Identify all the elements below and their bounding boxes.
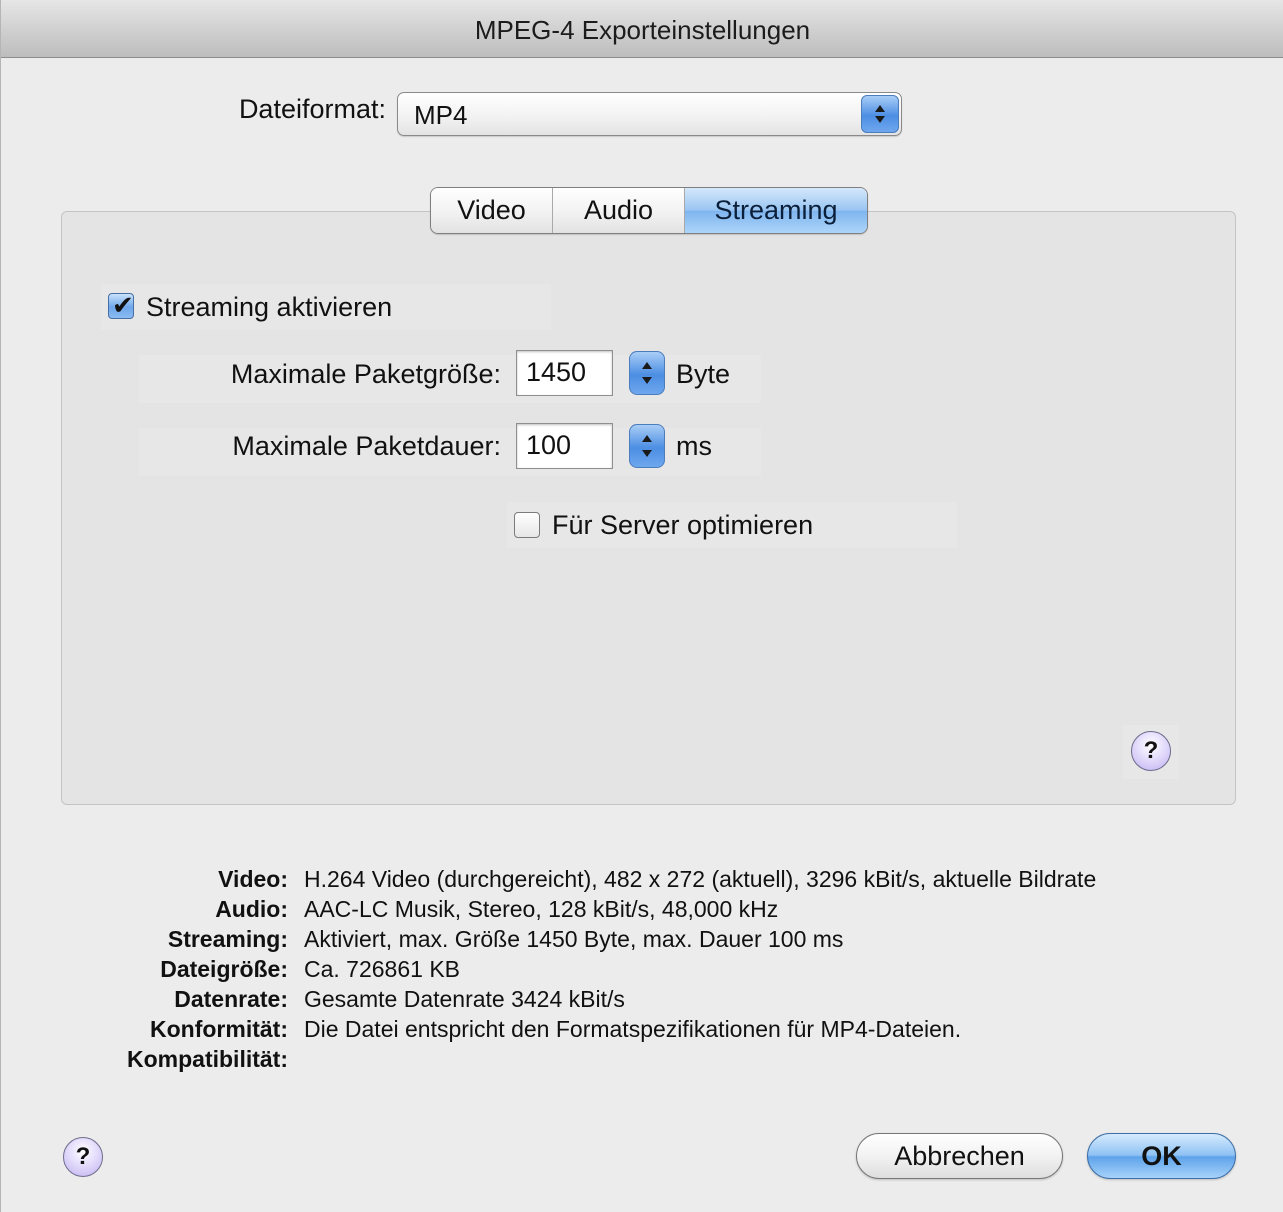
- summary-row: Konformität: Die Datei entspricht den Fo…: [1, 1016, 1283, 1046]
- tab-bar: Video Audio Streaming: [430, 187, 868, 234]
- summary-row: Datenrate: Gesamte Datenrate 3424 kBit/s: [1, 986, 1283, 1016]
- summary-row: Streaming: Aktiviert, max. Größe 1450 By…: [1, 926, 1283, 956]
- summary-value: Gesamte Datenrate 3424 kBit/s: [304, 986, 625, 1012]
- file-format-popup[interactable]: MP4: [397, 92, 902, 136]
- summary-value: H.264 Video (durchgereicht), 482 x 272 (…: [304, 866, 1097, 892]
- packet-duration-input[interactable]: 100: [516, 423, 613, 469]
- popup-arrows-icon: [861, 95, 899, 133]
- summary-row: Kompatibilität:: [1, 1046, 1283, 1076]
- packet-duration-unit: ms: [676, 431, 712, 461]
- packet-size-label: Maximale Paketgröße:: [230, 359, 501, 389]
- tab-audio[interactable]: Audio: [553, 188, 685, 233]
- checkmark-icon: ✔: [112, 290, 134, 320]
- file-format-value: MP4: [414, 100, 468, 130]
- title-bar: MPEG-4 Exporteinstellungen: [1, 0, 1283, 58]
- streaming-enable-label: Streaming aktivieren: [146, 292, 393, 322]
- summary-value: Die Datei entspricht den Formatspezifika…: [304, 1016, 962, 1042]
- summary-key: Datenrate:: [174, 986, 288, 1012]
- packet-size-input[interactable]: 1450: [516, 350, 613, 396]
- summary-key: Streaming:: [167, 926, 288, 952]
- summary-row: Dateigröße: Ca. 726861 KB: [1, 956, 1283, 986]
- packet-size-stepper[interactable]: [629, 351, 665, 395]
- dialog-help-button[interactable]: ?: [63, 1137, 103, 1177]
- summary-key: Audio:: [215, 896, 288, 922]
- summary-row: Audio: AAC-LC Musik, Stereo, 128 kBit/s,…: [1, 896, 1283, 926]
- file-format-label: Dateiformat:: [238, 94, 386, 124]
- packet-duration-stepper[interactable]: [629, 424, 665, 468]
- optimize-server-checkbox[interactable]: [514, 512, 540, 538]
- packet-duration-label: Maximale Paketdauer:: [232, 431, 501, 461]
- ok-button[interactable]: OK: [1087, 1133, 1236, 1179]
- cancel-button[interactable]: Abbrechen: [856, 1133, 1063, 1179]
- packet-size-unit: Byte: [676, 359, 731, 389]
- summary-row: Video: H.264 Video (durchgereicht), 482 …: [1, 866, 1283, 896]
- summary-key: Video:: [218, 866, 288, 892]
- summary-value: Aktiviert, max. Größe 1450 Byte, max. Da…: [304, 926, 844, 952]
- summary-key: Dateigröße:: [160, 956, 288, 982]
- summary-key: Konformität:: [150, 1016, 288, 1042]
- export-settings-window: MPEG-4 Exporteinstellungen Dateiformat: …: [0, 0, 1283, 1212]
- summary-value: Ca. 726861 KB: [304, 956, 461, 982]
- tab-video[interactable]: Video: [431, 188, 553, 233]
- window-title: MPEG-4 Exporteinstellungen: [474, 15, 811, 45]
- summary-value: AAC-LC Musik, Stereo, 128 kBit/s, 48,000…: [304, 896, 779, 922]
- panel-help-button[interactable]: ?: [1131, 731, 1171, 771]
- streaming-enable-checkbox[interactable]: ✔: [108, 290, 134, 320]
- tab-streaming[interactable]: Streaming: [685, 188, 867, 233]
- optimize-server-label: Für Server optimieren: [552, 510, 814, 540]
- summary-key: Kompatibilität:: [127, 1046, 288, 1072]
